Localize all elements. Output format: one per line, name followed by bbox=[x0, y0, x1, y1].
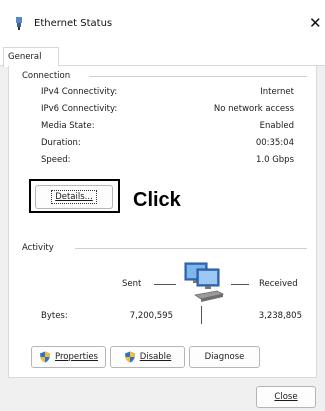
received-line bbox=[231, 284, 249, 285]
shield-icon bbox=[124, 351, 135, 363]
activity-title: Activity bbox=[22, 243, 54, 253]
bytes-separator bbox=[201, 306, 202, 324]
ethernet-status-window: Ethernet Status ✕ General Connection IPv… bbox=[0, 0, 325, 411]
close-button[interactable]: Close bbox=[256, 386, 316, 408]
media-state-label: Media State: bbox=[41, 121, 95, 131]
ipv6-label: IPv6 Connectivity: bbox=[41, 104, 118, 114]
close-label: Close bbox=[274, 392, 298, 402]
received-label: Received bbox=[259, 279, 298, 289]
speed-label: Speed: bbox=[41, 155, 71, 165]
details-highlight-box bbox=[29, 179, 120, 213]
bytes-label: Bytes: bbox=[41, 311, 68, 321]
properties-label: Properties bbox=[55, 352, 98, 362]
properties-button[interactable]: Properties bbox=[31, 346, 106, 368]
click-annotation: Click bbox=[126, 186, 194, 214]
window-title: Ethernet Status bbox=[34, 18, 113, 29]
sent-label: Sent bbox=[122, 279, 142, 289]
diagnose-label: Diagnose bbox=[204, 352, 245, 362]
ipv6-value: No network access bbox=[213, 104, 294, 114]
connection-title: Connection bbox=[22, 71, 71, 81]
sent-line bbox=[154, 284, 176, 285]
diagnose-button[interactable]: Diagnose bbox=[189, 346, 260, 368]
activity-divider bbox=[75, 248, 307, 249]
bytes-received-value: 3,238,805 bbox=[258, 311, 302, 321]
general-panel: Connection IPv4 Connectivity: Internet I… bbox=[8, 66, 317, 378]
disable-button[interactable]: Disable bbox=[110, 346, 185, 368]
ipv4-label: IPv4 Connectivity: bbox=[41, 87, 118, 97]
tab-general[interactable]: General bbox=[3, 47, 59, 67]
duration-label: Duration: bbox=[41, 138, 81, 148]
network-computers-icon bbox=[184, 262, 225, 302]
title-bar: Ethernet Status ✕ bbox=[0, 0, 325, 44]
bytes-sent-value: 7,200,595 bbox=[129, 311, 173, 321]
connection-divider bbox=[89, 76, 307, 77]
duration-value: 00:35:04 bbox=[255, 138, 294, 148]
tab-strip: General bbox=[0, 44, 325, 67]
media-state-value: Enabled bbox=[259, 121, 294, 131]
disable-label: Disable bbox=[139, 352, 172, 362]
shield-icon bbox=[40, 351, 51, 363]
close-window-button[interactable]: ✕ bbox=[309, 13, 325, 33]
ethernet-icon bbox=[16, 17, 22, 30]
ipv4-value: Internet bbox=[260, 87, 294, 97]
speed-value: 1.0 Gbps bbox=[255, 155, 294, 165]
